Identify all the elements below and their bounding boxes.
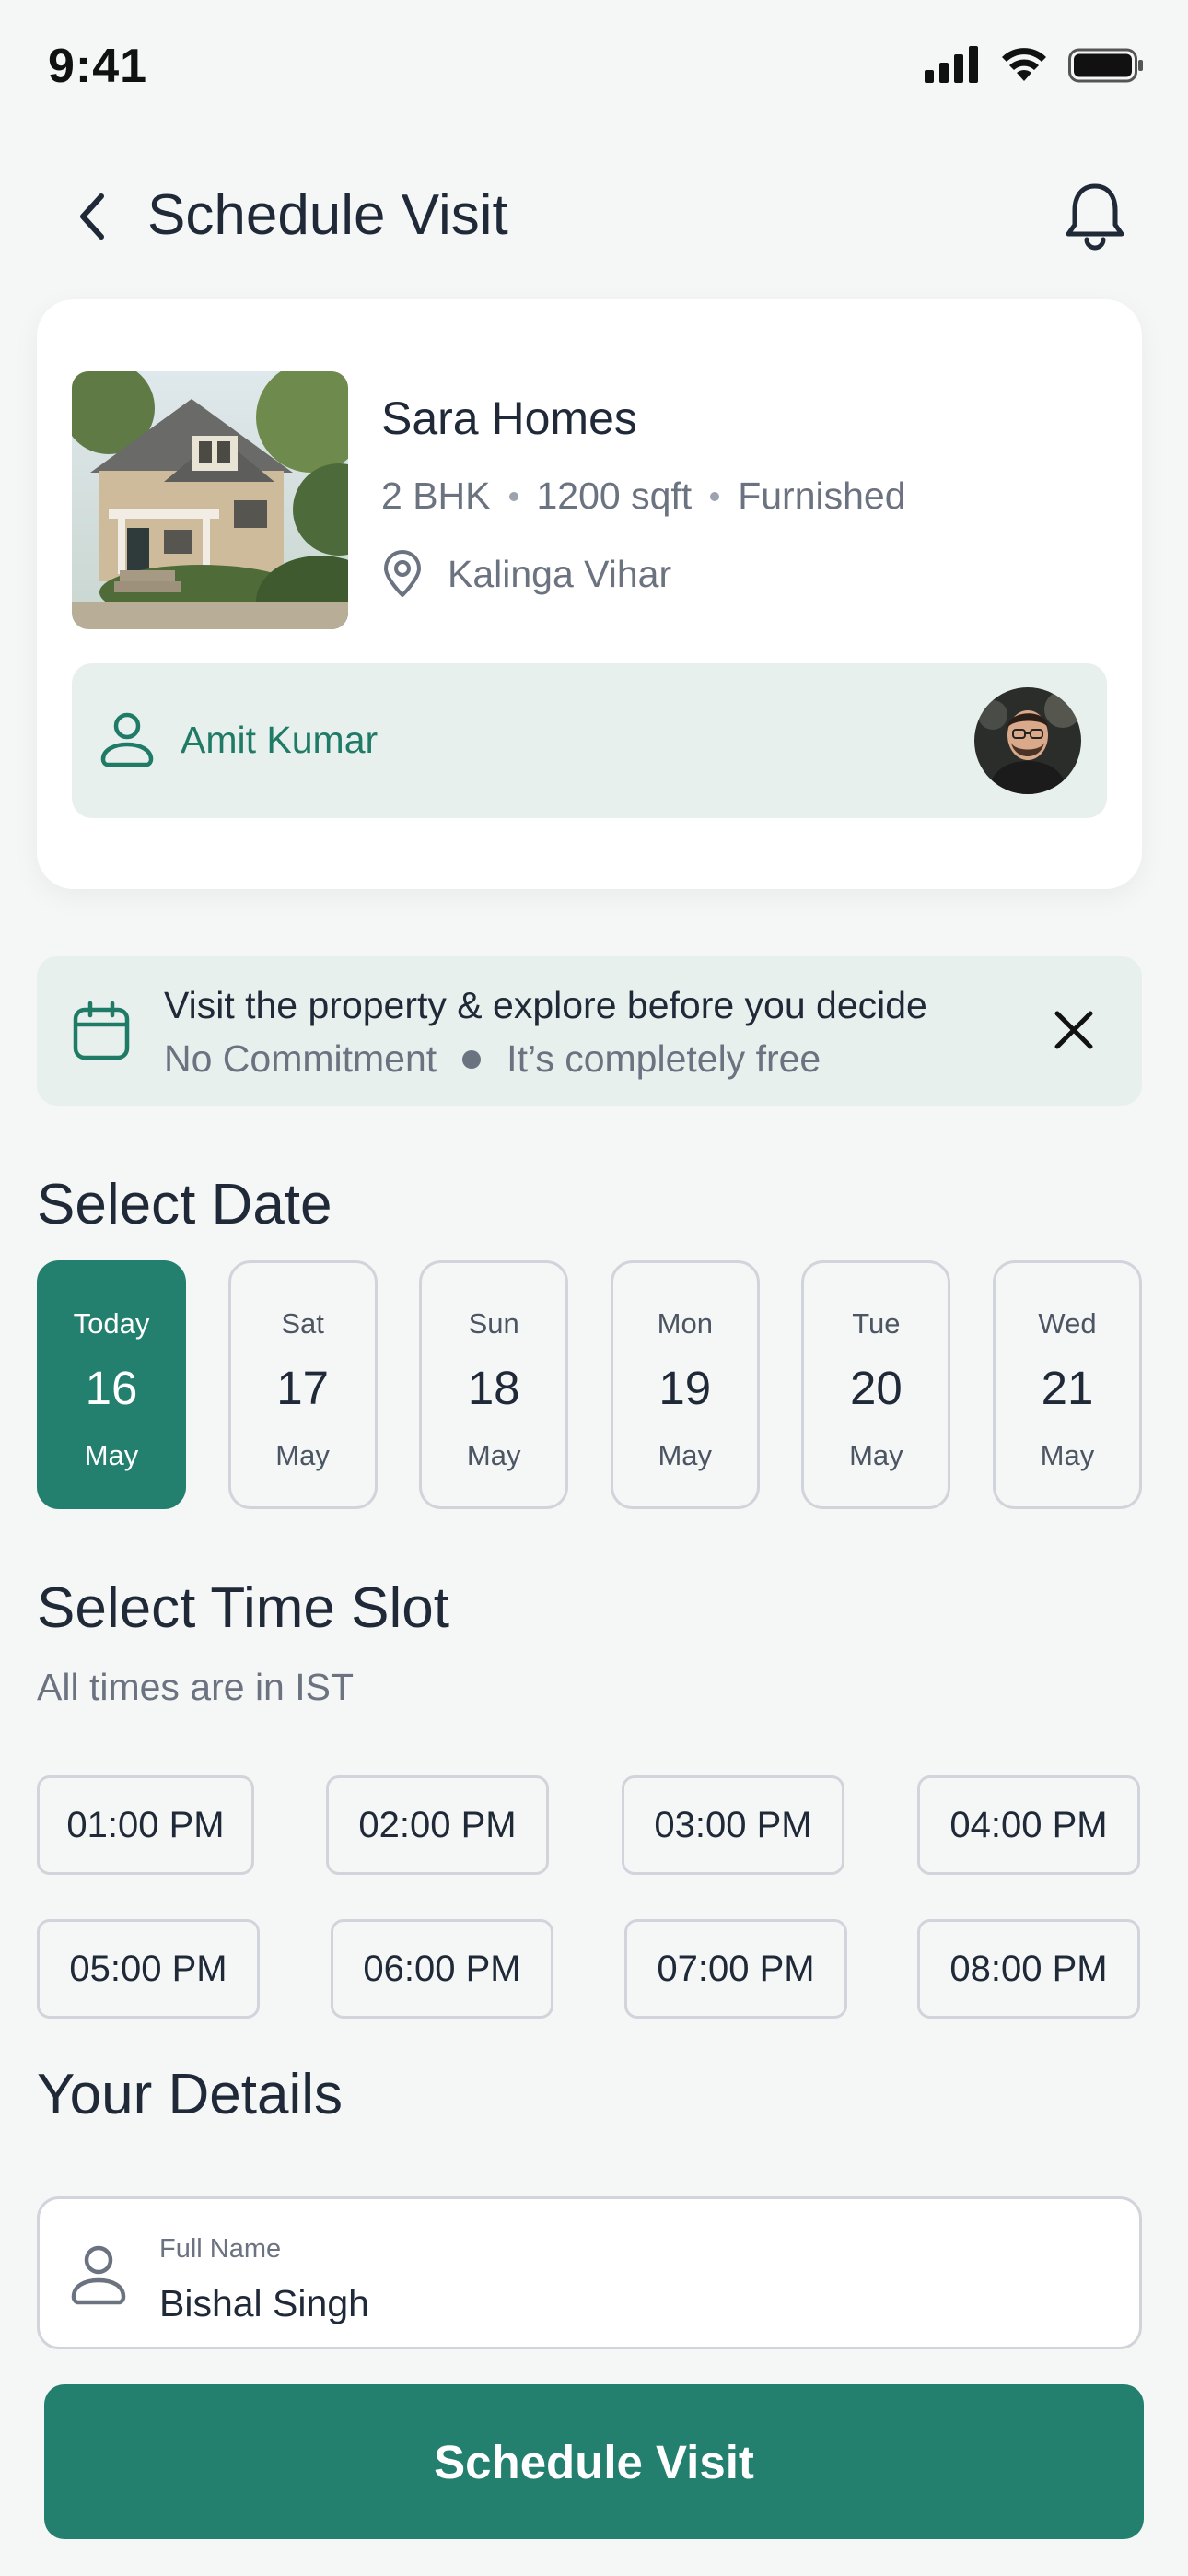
agent-avatar: [974, 687, 1081, 794]
time-slot[interactable]: 06:00 PM: [331, 1919, 553, 2019]
info-banner: Visit the property & explore before you …: [37, 956, 1142, 1106]
banner-title: Visit the property & explore before you …: [164, 984, 927, 1026]
user-icon: [100, 712, 154, 767]
date-picker: Today 16 May Sat 17 May Sun 18 May Mon 1…: [37, 1260, 1142, 1509]
user-icon: [71, 2245, 126, 2305]
close-icon: [1054, 1011, 1093, 1049]
date-month: May: [658, 1439, 713, 1471]
banner-subtitle: No Commitment It’s completely free: [164, 1037, 821, 1081]
calendar-icon: [73, 1001, 130, 1060]
battery-icon: [1068, 48, 1143, 83]
property-bhk: 2 BHK: [381, 474, 491, 517]
property-image: [72, 371, 348, 629]
date-month: May: [1040, 1439, 1095, 1471]
date-card[interactable]: Mon 19 May: [610, 1260, 760, 1509]
full-name-field[interactable]: Full Name Bishal Singh: [37, 2196, 1142, 2349]
date-number: 17: [276, 1362, 329, 1414]
date-card[interactable]: Sat 17 May: [227, 1260, 378, 1509]
status-icons: [925, 46, 1144, 83]
time-slot[interactable]: 05:00 PM: [37, 1919, 260, 2019]
banner-close-button[interactable]: [1044, 1001, 1103, 1060]
time-slot[interactable]: 04:00 PM: [917, 1775, 1140, 1875]
date-number: 18: [467, 1362, 520, 1414]
date-number: 19: [658, 1362, 712, 1414]
full-name-value[interactable]: Bishal Singh: [159, 2282, 369, 2325]
date-day: Tue: [852, 1307, 901, 1340]
select-time-title: Select Time Slot: [37, 1576, 449, 1640]
date-day: Sat: [281, 1307, 324, 1340]
time-slot[interactable]: 01:00 PM: [37, 1775, 254, 1875]
date-day: Today: [73, 1307, 150, 1340]
location-pin-icon: [384, 550, 421, 597]
banner-point-2: It’s completely free: [507, 1037, 821, 1080]
date-month: May: [849, 1439, 903, 1471]
chevron-left-icon: [80, 193, 104, 240]
timezone-note: All times are in IST: [37, 1666, 355, 1708]
banner-point-1: No Commitment: [164, 1037, 437, 1080]
wifi-icon: [1002, 48, 1046, 81]
time-slot[interactable]: 07:00 PM: [624, 1919, 847, 2019]
date-month: May: [275, 1439, 330, 1471]
date-number: 21: [1041, 1362, 1094, 1414]
separator-dot: [462, 1049, 482, 1069]
select-date-title: Select Date: [37, 1173, 332, 1236]
date-card[interactable]: Sun 18 May: [419, 1260, 569, 1509]
full-name-label: Full Name: [159, 2234, 282, 2264]
property-card[interactable]: Sara Homes 2 BHK 1200 sqft Furnished Kal…: [37, 299, 1142, 889]
property-furnishing: Furnished: [738, 474, 906, 517]
your-details-title: Your Details: [37, 2063, 344, 2126]
time-slot[interactable]: 02:00 PM: [326, 1775, 549, 1875]
date-month: May: [466, 1439, 521, 1471]
date-month: May: [84, 1439, 139, 1471]
date-number: 16: [85, 1362, 138, 1414]
notifications-button[interactable]: [1063, 181, 1127, 251]
back-button[interactable]: [64, 184, 120, 249]
bell-icon: [1066, 183, 1124, 251]
property-name: Sara Homes: [381, 392, 637, 444]
separator-dot: [710, 491, 720, 501]
schedule-visit-button[interactable]: Schedule Visit: [44, 2384, 1144, 2539]
page-title: Schedule Visit: [147, 183, 508, 247]
status-time: 9:41: [48, 40, 148, 93]
property-area: 1200 sqft: [536, 474, 693, 517]
property-location-text: Kalinga Vihar: [448, 552, 672, 595]
agent-name: Amit Kumar: [181, 719, 379, 761]
time-slot[interactable]: 03:00 PM: [622, 1775, 844, 1875]
time-slot[interactable]: 08:00 PM: [917, 1919, 1140, 2019]
date-number: 20: [850, 1362, 903, 1414]
date-card[interactable]: Today 16 May: [37, 1260, 186, 1509]
date-day: Sun: [468, 1307, 519, 1340]
separator-dot: [508, 491, 518, 501]
property-meta: 2 BHK 1200 sqft Furnished: [381, 474, 906, 518]
date-card[interactable]: Wed 21 May: [992, 1260, 1142, 1509]
agent-row[interactable]: Amit Kumar: [72, 663, 1107, 818]
signal-icon: [925, 46, 978, 83]
property-location: Kalinga Vihar: [381, 550, 671, 598]
date-day: Wed: [1038, 1307, 1097, 1340]
date-card[interactable]: Tue 20 May: [801, 1260, 951, 1509]
date-day: Mon: [657, 1307, 713, 1340]
